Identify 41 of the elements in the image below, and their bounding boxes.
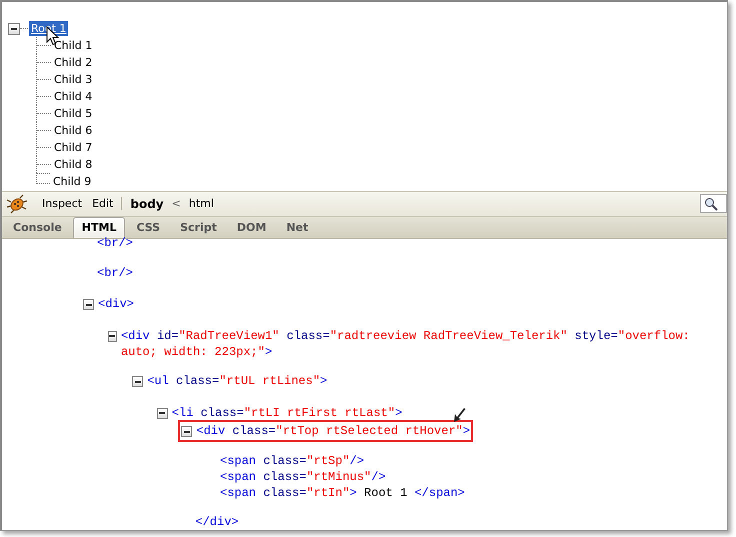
panel-tab[interactable]: Net	[277, 216, 318, 238]
collapse-toggle[interactable]	[108, 330, 117, 342]
search-field[interactable]	[700, 194, 727, 214]
tree-node[interactable]: Child 3	[54, 73, 92, 86]
panel-tab[interactable]: HTML	[72, 216, 126, 238]
code-line: <div>	[98, 296, 134, 312]
breadcrumb-item[interactable]: body	[126, 194, 168, 213]
tree-node[interactable]: Child 6	[54, 124, 92, 137]
code-line: <ul class="rtUL rtLines">	[147, 373, 328, 389]
tree-node[interactable]: Child 5	[54, 107, 92, 120]
toolbar-button[interactable]: Inspect	[38, 195, 86, 212]
collapse-toggle[interactable]	[132, 376, 144, 387]
collapse-toggle[interactable]	[181, 426, 192, 437]
tree-node[interactable]: Child 4	[54, 90, 92, 103]
tree-node[interactable]: Child 2	[54, 56, 92, 69]
search-icon	[704, 196, 718, 211]
panel-tab[interactable]: CSS	[127, 216, 170, 238]
code-line: <div class="rtTop rtSelected rtHover">	[196, 423, 470, 439]
collapse-toggle[interactable]	[83, 299, 94, 310]
code-line: <li class="rtLI rtFirst rtLast">	[172, 404, 402, 420]
code-line: <br/>	[97, 264, 134, 280]
tree-node[interactable]: Child 9	[53, 175, 92, 188]
panel-tab[interactable]: Script	[171, 216, 226, 238]
arrow-icon	[452, 407, 466, 423]
code-line: <span class="rtIn"> Root 1 </span>	[220, 485, 465, 501]
bug-icon[interactable]	[6, 194, 28, 214]
panel-tab[interactable]: DOM	[228, 216, 276, 238]
code-line: <br/>	[97, 234, 134, 250]
tree-node[interactable]: Child 7	[54, 141, 92, 154]
collapse-toggle[interactable]	[156, 408, 168, 418]
code-line: <span class="rtMinus"/>	[220, 469, 386, 485]
breadcrumb-item[interactable]: html	[184, 195, 218, 212]
breadcrumb-separator: <	[170, 197, 182, 210]
code-line: <span class="rtSp"/>	[220, 453, 364, 469]
collapse-toggle[interactable]	[8, 22, 20, 34]
tree-node[interactable]: Child 1	[54, 39, 92, 52]
tree-node[interactable]: Child 8	[54, 158, 92, 171]
panel-tab[interactable]: Console	[4, 216, 71, 238]
code-line: <div id="RadTreeView1" class="radtreeview RadTreeView_Telerik" style="overflow: auto; width: 223px;">	[120, 328, 691, 360]
code-line: </div>	[195, 514, 239, 530]
toolbar-button[interactable]: Edit	[88, 195, 118, 212]
